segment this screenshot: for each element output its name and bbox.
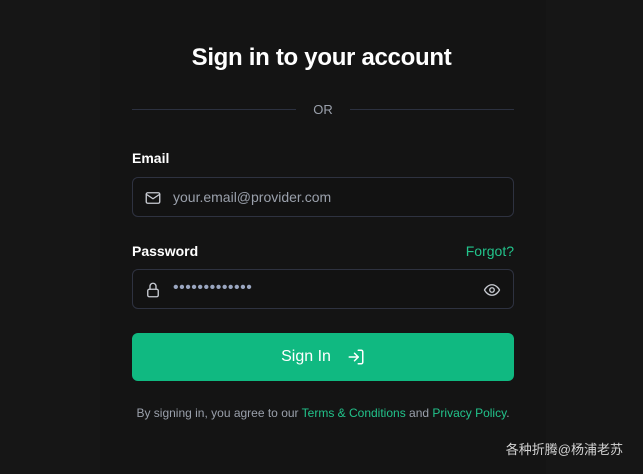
privacy-link[interactable]: Privacy Policy bbox=[432, 406, 506, 420]
email-field[interactable]: your.email@provider.com bbox=[132, 177, 514, 217]
sign-in-button-label: Sign In bbox=[281, 348, 331, 365]
forgot-password-link[interactable]: Forgot? bbox=[466, 243, 514, 259]
mail-icon bbox=[145, 192, 161, 204]
email-label: Email bbox=[132, 150, 170, 166]
legal-suffix: . bbox=[506, 406, 510, 420]
legal-conjunction: and bbox=[405, 406, 433, 420]
password-field[interactable]: ••••••••••••• bbox=[132, 269, 514, 309]
lock-icon bbox=[147, 282, 159, 298]
legal-notice: By signing in, you agree to our Terms & … bbox=[132, 405, 514, 421]
divider-line-right bbox=[350, 109, 514, 110]
password-label: Password bbox=[132, 243, 199, 259]
watermark-text: 各种折腾@杨浦老苏 bbox=[505, 442, 623, 457]
legal-prefix: By signing in, you agree to our bbox=[136, 406, 302, 420]
signin-page: Sign in to your account OR Email your.em… bbox=[0, 0, 643, 474]
terms-link[interactable]: Terms & Conditions bbox=[302, 406, 406, 420]
page-title: Sign in to your account bbox=[191, 44, 452, 71]
sign-in-button[interactable]: Sign In bbox=[132, 333, 514, 381]
eye-icon[interactable] bbox=[483, 281, 501, 299]
sign-in-arrow-icon bbox=[348, 349, 364, 365]
or-divider: OR bbox=[132, 100, 514, 120]
password-masked-value: ••••••••••••• bbox=[173, 279, 253, 296]
email-placeholder: your.email@provider.com bbox=[173, 189, 332, 205]
